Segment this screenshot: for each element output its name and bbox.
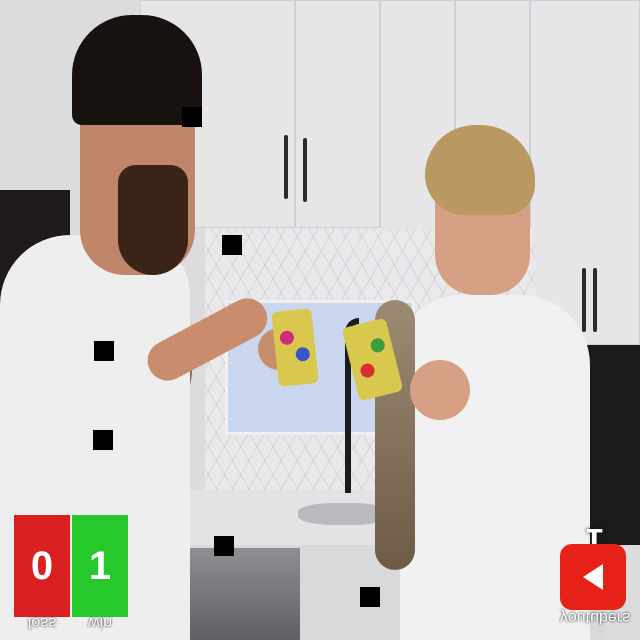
- youtubers-badge: 1 youtubers: [556, 520, 636, 630]
- cabinet-handle: [593, 268, 597, 332]
- cabinet: [295, 0, 380, 228]
- flower-decoration: [369, 336, 387, 354]
- censor-block: [222, 235, 242, 255]
- censor-block: [93, 430, 113, 450]
- win-label: win: [87, 614, 112, 631]
- mug: [271, 308, 319, 387]
- youtube-logo: [560, 544, 626, 610]
- scoreboard: 0 1 loss win: [14, 515, 130, 631]
- flower-decoration: [279, 330, 295, 346]
- play-icon: [583, 564, 603, 590]
- youtubers-label: youtubers: [559, 609, 631, 626]
- man-beard: [118, 165, 188, 275]
- video-frame: 0 1 loss win 1 youtubers: [0, 0, 640, 640]
- cabinet-handle: [303, 138, 307, 202]
- cabinet-handle: [582, 268, 586, 332]
- boy-hand: [410, 360, 470, 420]
- loss-label: loss: [27, 614, 57, 631]
- censor-block: [360, 587, 380, 607]
- cabinet-handle: [284, 135, 288, 199]
- censor-block: [182, 107, 202, 127]
- loss-count: 0: [14, 515, 70, 617]
- win-count: 1: [72, 515, 128, 617]
- flower-decoration: [359, 362, 377, 380]
- censor-block: [214, 536, 234, 556]
- censor-block: [94, 341, 114, 361]
- flower-decoration: [295, 346, 311, 362]
